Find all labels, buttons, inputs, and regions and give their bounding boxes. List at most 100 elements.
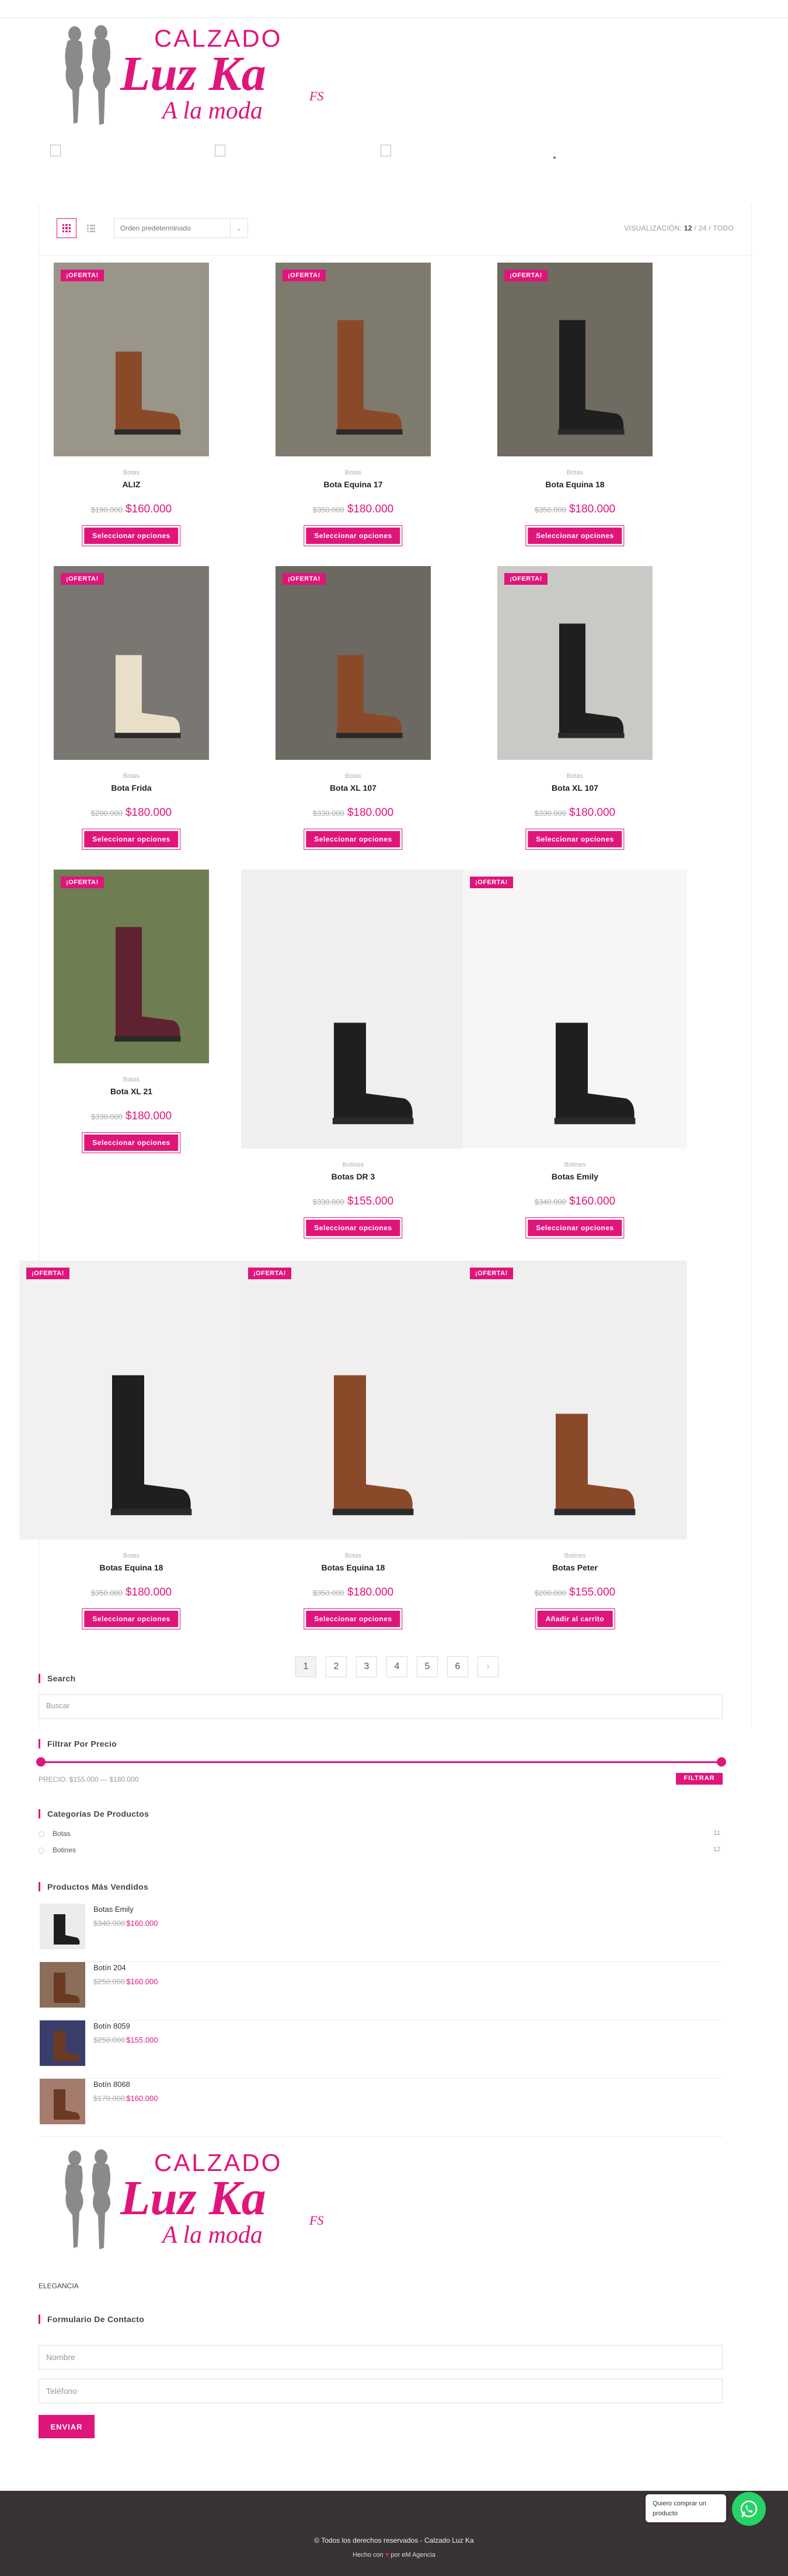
best-seller-price: $340.000 $160.000 bbox=[93, 1919, 158, 1928]
nav-item-2[interactable] bbox=[215, 145, 225, 156]
page-3[interactable]: 3 bbox=[356, 1656, 377, 1677]
grid-view-button[interactable] bbox=[57, 218, 76, 238]
product-image[interactable]: ¡OFERTA! bbox=[497, 566, 653, 760]
product-image[interactable]: ¡OFERTA! bbox=[276, 566, 431, 760]
select-options-button[interactable]: Seleccionar opciones bbox=[84, 1611, 179, 1627]
best-seller-name[interactable]: Botas Emily bbox=[93, 1905, 134, 1914]
select-options-button[interactable]: Seleccionar opciones bbox=[306, 528, 400, 544]
product-title[interactable]: Bota Equina 17 bbox=[242, 480, 464, 489]
product-title[interactable]: Bota Frida bbox=[20, 783, 242, 793]
price-slider-track[interactable] bbox=[39, 1761, 723, 1763]
page-2[interactable]: 2 bbox=[326, 1656, 347, 1677]
product-category[interactable]: Botines bbox=[242, 1161, 464, 1168]
best-seller-item[interactable]: Botín 8068 $170.000 $160.000 bbox=[39, 2079, 723, 2137]
best-seller-name[interactable]: Botín 8068 bbox=[93, 2080, 130, 2089]
best-seller-item[interactable]: Botas Emily $340.000 $160.000 bbox=[39, 1904, 723, 1962]
site-logo[interactable]: CALZADO Luz Ka A la moda FS bbox=[46, 23, 332, 128]
page-1[interactable]: 1 bbox=[295, 1656, 316, 1677]
product-category[interactable]: Botas bbox=[242, 773, 464, 780]
select-options-button[interactable]: Seleccionar opciones bbox=[306, 831, 400, 847]
product-category[interactable]: Botas bbox=[20, 773, 242, 780]
product-image[interactable]: ¡OFERTA! bbox=[463, 870, 687, 1149]
footer-logo[interactable]: CALZADO Luz Ka A la moda FS bbox=[46, 2148, 332, 2253]
next-page-arrow-icon[interactable]: › bbox=[477, 1656, 498, 1677]
product-image[interactable]: ¡OFERTA! bbox=[463, 1261, 687, 1540]
select-options-button[interactable]: Seleccionar opciones bbox=[528, 831, 622, 847]
name-field[interactable]: Nombre bbox=[39, 2345, 723, 2369]
price-slider-max-handle[interactable] bbox=[717, 1757, 726, 1767]
sale-badge: ¡OFERTA! bbox=[504, 270, 548, 281]
product-category[interactable]: Botas bbox=[242, 469, 464, 476]
product-image[interactable]: ¡OFERTA! bbox=[54, 566, 209, 760]
per-page-selector[interactable]: VISUALIZACIÓN: 12 / 24 / TODO bbox=[624, 224, 734, 232]
sale-badge: ¡OFERTA! bbox=[470, 1268, 513, 1279]
product-title[interactable]: Botas Equina 18 bbox=[20, 1563, 242, 1572]
select-options-button[interactable]: Seleccionar opciones bbox=[306, 1220, 400, 1236]
select-options-button[interactable]: Seleccionar opciones bbox=[84, 1135, 179, 1151]
product-title[interactable]: Botas Equina 18 bbox=[242, 1563, 464, 1572]
made-suffix[interactable]: por eM Agencia bbox=[390, 2551, 435, 2558]
select-options-button[interactable]: Seleccionar opciones bbox=[528, 1220, 622, 1236]
product-title[interactable]: Botas Emily bbox=[464, 1172, 686, 1181]
product-image[interactable]: ¡OFERTA! bbox=[54, 263, 209, 456]
product-title[interactable]: Bota Equina 18 bbox=[464, 480, 686, 489]
search-widget-title: Search bbox=[39, 1674, 76, 1683]
product-image[interactable]: ¡OFERTA! bbox=[497, 263, 653, 456]
nav-item-1[interactable] bbox=[50, 145, 61, 156]
filter-button[interactable]: FILTRAR bbox=[676, 1773, 723, 1785]
list-view-button[interactable] bbox=[81, 218, 101, 238]
product-title[interactable]: Bota XL 107 bbox=[242, 783, 464, 793]
select-options-button[interactable]: Seleccionar opciones bbox=[84, 831, 179, 847]
best-seller-thumb[interactable] bbox=[40, 2020, 85, 2066]
old-price: $200.000 bbox=[534, 1589, 566, 1597]
price-slider-min-handle[interactable] bbox=[36, 1757, 46, 1767]
product-title[interactable]: Botas Peter bbox=[464, 1563, 686, 1572]
send-button[interactable]: ENVIAR bbox=[39, 2415, 95, 2438]
best-seller-item[interactable]: Botín 8059 $250.000 $155.000 bbox=[39, 2020, 723, 2079]
best-seller-name[interactable]: Botín 204 bbox=[93, 1963, 126, 1972]
product-title[interactable]: Bota XL 107 bbox=[464, 783, 686, 793]
select-options-button[interactable]: Seleccionar opciones bbox=[84, 528, 179, 544]
search-input[interactable]: Buscar bbox=[39, 1694, 723, 1719]
product-category[interactable]: Botas bbox=[242, 1552, 464, 1559]
orderby-select[interactable]: Orden predeterminado ⌄ bbox=[114, 218, 248, 238]
product-title[interactable]: ALIZ bbox=[20, 480, 242, 489]
product-image[interactable]: ¡OFERTA! bbox=[276, 263, 431, 456]
best-seller-thumb[interactable] bbox=[40, 2079, 85, 2124]
select-options-button[interactable]: Seleccionar opciones bbox=[306, 1611, 400, 1627]
product-category[interactable]: Botas bbox=[20, 469, 242, 476]
per-page-current[interactable]: 12 bbox=[684, 224, 692, 232]
phone-field[interactable]: Teléfono bbox=[39, 2379, 723, 2403]
product-category[interactable]: Botas bbox=[464, 773, 686, 780]
product-price: $330.000 $180.000 bbox=[464, 807, 686, 819]
product-image[interactable]: ¡OFERTA! bbox=[19, 1261, 243, 1540]
product-image[interactable]: ¡OFERTA! bbox=[54, 870, 209, 1063]
whatsapp-button[interactable] bbox=[732, 2492, 766, 2526]
product-card: ¡OFERTA! Botas Botas Equina 18 $350.000 $… bbox=[19, 1261, 243, 1650]
best-seller-name[interactable]: Botín 8059 bbox=[93, 2022, 130, 2030]
best-seller-thumb[interactable] bbox=[40, 1962, 85, 2008]
product-card: ¡OFERTA! Botas Bota Equina 18 $350.000 $1… bbox=[464, 263, 686, 567]
product-image[interactable]: ¡OFERTA! bbox=[241, 1261, 465, 1540]
select-options-button[interactable]: Añadir al carrito bbox=[537, 1611, 613, 1627]
product-category[interactable]: Botas bbox=[20, 1552, 242, 1559]
category-item-botas[interactable]: Botas 11 bbox=[39, 1827, 723, 1843]
per-page-options[interactable]: / 24 / TODO bbox=[694, 224, 734, 232]
select-options-button[interactable]: Seleccionar opciones bbox=[528, 528, 622, 544]
best-seller-thumb[interactable] bbox=[40, 1904, 85, 1949]
best-seller-item[interactable]: Botín 204 $250.000 $160.000 bbox=[39, 1962, 723, 2020]
chevron-down-icon: ⌄ bbox=[230, 219, 247, 238]
product-category[interactable]: Botas bbox=[464, 469, 686, 476]
product-category[interactable]: Botines bbox=[464, 1161, 686, 1168]
page-4[interactable]: 4 bbox=[386, 1656, 407, 1677]
product-image[interactable] bbox=[241, 870, 465, 1149]
category-item-botines[interactable]: Botines 12 bbox=[39, 1843, 723, 1859]
product-title[interactable]: Bota XL 21 bbox=[20, 1087, 242, 1096]
page-5[interactable]: 5 bbox=[417, 1656, 438, 1677]
nav-item-3[interactable] bbox=[381, 145, 391, 156]
whatsapp-bubble[interactable]: Quiero comprar un producto bbox=[646, 2494, 726, 2522]
product-title[interactable]: Botas DR 3 bbox=[242, 1172, 464, 1181]
page-6[interactable]: 6 bbox=[447, 1656, 468, 1677]
product-category[interactable]: Botas bbox=[20, 1076, 242, 1083]
product-category[interactable]: Botines bbox=[464, 1552, 686, 1559]
